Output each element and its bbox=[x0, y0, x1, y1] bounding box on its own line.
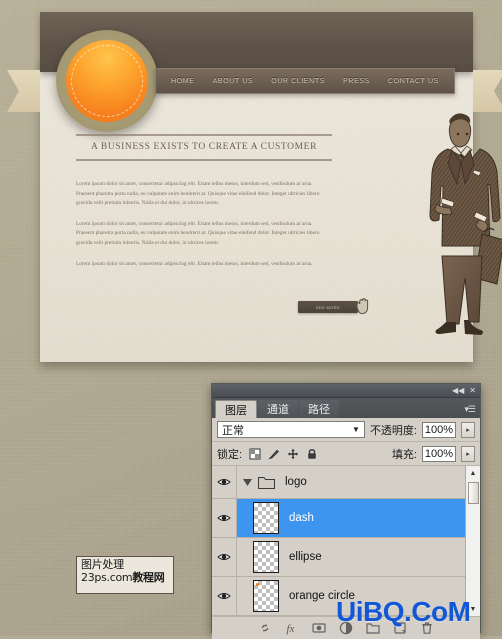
watermark-line-1: 图片处理 bbox=[81, 558, 124, 571]
layer-thumbnail-orange-circle[interactable] bbox=[253, 580, 279, 612]
nav-item-home[interactable]: HOME bbox=[171, 78, 194, 85]
layer-name-ellipse: ellipse bbox=[289, 551, 322, 563]
scrollbar-thumb[interactable] bbox=[468, 482, 479, 504]
add-layer-mask-icon[interactable] bbox=[312, 621, 326, 635]
eye-icon bbox=[217, 479, 231, 485]
panel-menu-icon[interactable]: ▾☰ bbox=[464, 404, 476, 415]
lock-position-icon[interactable] bbox=[287, 448, 299, 460]
opacity-input[interactable]: 100% bbox=[422, 421, 456, 438]
close-icon[interactable]: ✕ bbox=[469, 386, 476, 395]
body-copy: Lorem ipsum dolor sit amet, consectetur … bbox=[76, 180, 326, 280]
lock-row: 锁定: 填充: 100% ▸ bbox=[212, 442, 480, 466]
nav-item-about-us[interactable]: ABOUT US bbox=[213, 78, 253, 85]
paragraph-1: Lorem ipsum dolor sit amet, consectetur … bbox=[76, 181, 320, 207]
collapse-icon[interactable]: ◀◀ bbox=[452, 386, 464, 395]
headline-block: A BUSINESS EXISTS TO CREATE A CUSTOMER bbox=[76, 134, 332, 161]
fill-input[interactable]: 100% bbox=[422, 445, 456, 462]
fill-slider-arrow[interactable]: ▸ bbox=[461, 445, 475, 462]
layer-thumbnail-ellipse[interactable] bbox=[253, 541, 279, 573]
fill-label: 填充: bbox=[391, 448, 417, 461]
eye-icon bbox=[217, 515, 231, 521]
opacity-label: 不透明度: bbox=[369, 424, 417, 437]
layer-row-orange-circle[interactable]: orange circle bbox=[212, 577, 480, 616]
watermark-box: 图片处理 23ps.com教程网 bbox=[76, 556, 174, 594]
delete-layer-icon[interactable] bbox=[420, 621, 434, 635]
tab-channels[interactable]: 通道 bbox=[258, 400, 298, 418]
paragraph-3: Lorem ipsum dolor sit amet, consectetur … bbox=[76, 260, 313, 267]
photoshop-layers-panel[interactable]: ◀◀ ✕ 图层 通道 路径 ▾☰ 正常 ▼ 不透明度: 100% ▸ 锁定: 填… bbox=[211, 383, 481, 639]
mockup-nav[interactable]: HOME ABOUT US OUR CLIENTS PRESS CONTACT … bbox=[155, 68, 455, 94]
folder-icon bbox=[258, 476, 275, 489]
thumbnail-orange-dot bbox=[256, 583, 259, 586]
panel-tab-strip[interactable]: 图层 通道 路径 ▾☰ bbox=[212, 398, 480, 418]
scroll-up-arrow-icon[interactable]: ▲ bbox=[466, 466, 480, 480]
logo-orange-circle bbox=[66, 40, 148, 122]
lock-button-group[interactable] bbox=[249, 448, 318, 460]
lock-image-pixels-icon[interactable] bbox=[268, 448, 280, 460]
chevron-down-icon: ▼ bbox=[352, 425, 360, 434]
lock-all-icon[interactable] bbox=[306, 448, 318, 460]
watermark-site: 23ps.com bbox=[81, 571, 133, 584]
layer-row-logo[interactable]: logo bbox=[212, 466, 480, 499]
eye-icon bbox=[217, 593, 231, 599]
lock-label: 锁定: bbox=[217, 448, 243, 461]
nav-item-our-clients[interactable]: OUR CLIENTS bbox=[271, 78, 325, 85]
headline-rule-top bbox=[76, 134, 332, 136]
opacity-slider-arrow[interactable]: ▸ bbox=[461, 421, 475, 438]
paragraph-2: Lorem ipsum dolor sit amet, consectetur … bbox=[76, 220, 320, 246]
page-title: A BUSINESS EXISTS TO CREATE A CUSTOMER bbox=[90, 142, 318, 152]
layer-thumbnail-dash[interactable] bbox=[253, 502, 279, 534]
layer-row-ellipse[interactable]: ellipse bbox=[212, 538, 480, 577]
tab-layers[interactable]: 图层 bbox=[215, 400, 257, 418]
visibility-toggle-orange-circle[interactable] bbox=[212, 577, 237, 615]
panel-titlebar: ◀◀ ✕ bbox=[212, 384, 480, 398]
blend-mode-select[interactable]: 正常 ▼ bbox=[217, 421, 365, 438]
watermark-line-2: 23ps.com教程网 bbox=[81, 571, 169, 584]
tab-paths[interactable]: 路径 bbox=[299, 400, 339, 418]
visibility-toggle-ellipse[interactable] bbox=[212, 538, 237, 576]
nav-item-contact-us[interactable]: CONTACT US bbox=[388, 78, 439, 85]
logo-dashed-ring bbox=[71, 45, 143, 117]
link-layers-icon[interactable] bbox=[258, 621, 272, 635]
new-adjustment-layer-icon[interactable] bbox=[339, 621, 353, 635]
businessman-illustration bbox=[429, 113, 502, 335]
layer-name-logo: logo bbox=[285, 476, 307, 488]
nav-item-press[interactable]: PRESS bbox=[343, 78, 370, 85]
add-layer-style-icon[interactable]: fx bbox=[285, 621, 299, 635]
chevron-down-icon bbox=[242, 478, 252, 486]
blend-mode-value: 正常 bbox=[222, 424, 244, 437]
blend-mode-row: 正常 ▼ 不透明度: 100% ▸ bbox=[212, 418, 480, 442]
group-expand-toggle[interactable] bbox=[241, 478, 253, 486]
visibility-toggle-logo[interactable] bbox=[212, 466, 237, 498]
svg-text:fx: fx bbox=[287, 623, 295, 635]
see-more-label: SEE MORE bbox=[315, 304, 341, 310]
layer-name-orange-circle: orange circle bbox=[289, 590, 355, 602]
see-more-button[interactable]: SEE MORE bbox=[298, 301, 358, 313]
layers-list[interactable]: logo dash ellipse orange circle ▲ ▼ bbox=[212, 466, 480, 617]
layer-name-dash: dash bbox=[289, 512, 314, 524]
website-mockup: HOME ABOUT US OUR CLIENTS PRESS CONTACT … bbox=[7, 12, 502, 362]
hand-cursor-icon bbox=[356, 298, 369, 314]
headline-rule-bottom bbox=[76, 159, 332, 161]
logo-badge[interactable] bbox=[56, 30, 158, 132]
lock-transparent-pixels-icon[interactable] bbox=[249, 448, 261, 460]
eye-icon bbox=[217, 554, 231, 560]
new-layer-icon[interactable] bbox=[393, 621, 407, 635]
visibility-toggle-dash[interactable] bbox=[212, 499, 237, 537]
scroll-down-arrow-icon[interactable]: ▼ bbox=[466, 602, 480, 616]
new-group-icon[interactable] bbox=[366, 621, 380, 635]
layers-scrollbar[interactable]: ▲ ▼ bbox=[465, 466, 480, 616]
watermark-suffix: 教程网 bbox=[132, 571, 165, 584]
layer-row-dash[interactable]: dash bbox=[212, 499, 480, 538]
